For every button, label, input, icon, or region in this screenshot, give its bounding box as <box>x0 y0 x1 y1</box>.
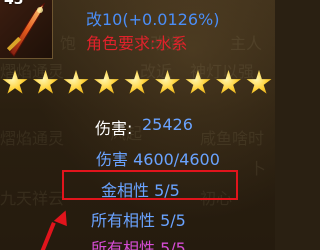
star-icon <box>94 70 119 94</box>
all-affinity-text-secondary: 所有相性 5/5 <box>91 239 186 250</box>
damage-value: 25426 <box>142 115 193 134</box>
upgrade-level-text: 改10(+0.0126%) <box>86 10 220 29</box>
sword-icon <box>6 2 46 57</box>
star-rating <box>0 70 275 104</box>
role-requirement-text: 角色要求:水系 <box>86 34 188 53</box>
background-chat-text: 饱 <box>60 34 77 53</box>
star-icon <box>155 70 180 94</box>
durability-text: 伤害 4600/4600 <box>96 150 220 169</box>
star-icon <box>246 70 272 94</box>
star-icon <box>216 70 241 94</box>
star-icon <box>124 70 150 94</box>
background-chat-text: 主人 <box>230 34 263 53</box>
background-chat-text: 熠焰通灵 <box>0 129 65 148</box>
all-affinity-text: 所有相性 5/5 <box>91 211 186 230</box>
star-icon <box>63 70 89 94</box>
highlight-box <box>62 170 238 200</box>
background-chat-text: 九天祥云 <box>0 189 65 208</box>
background-chat-text: 卜 <box>250 159 267 178</box>
item-icon-frame[interactable]: 43 <box>0 0 53 59</box>
star-icon <box>2 70 28 94</box>
damage-label: 伤害: <box>95 119 133 138</box>
item-tooltip-panel: 饱 改造 主人 熠焰通灵 改近 神灯以强 熠焰通灵 风起 咸鱼啥时 九天祥云 初… <box>0 0 275 250</box>
star-icon <box>33 70 58 94</box>
star-icon <box>185 70 211 94</box>
annotation-arrow <box>37 222 56 250</box>
annotation-arrow-head <box>53 207 73 227</box>
